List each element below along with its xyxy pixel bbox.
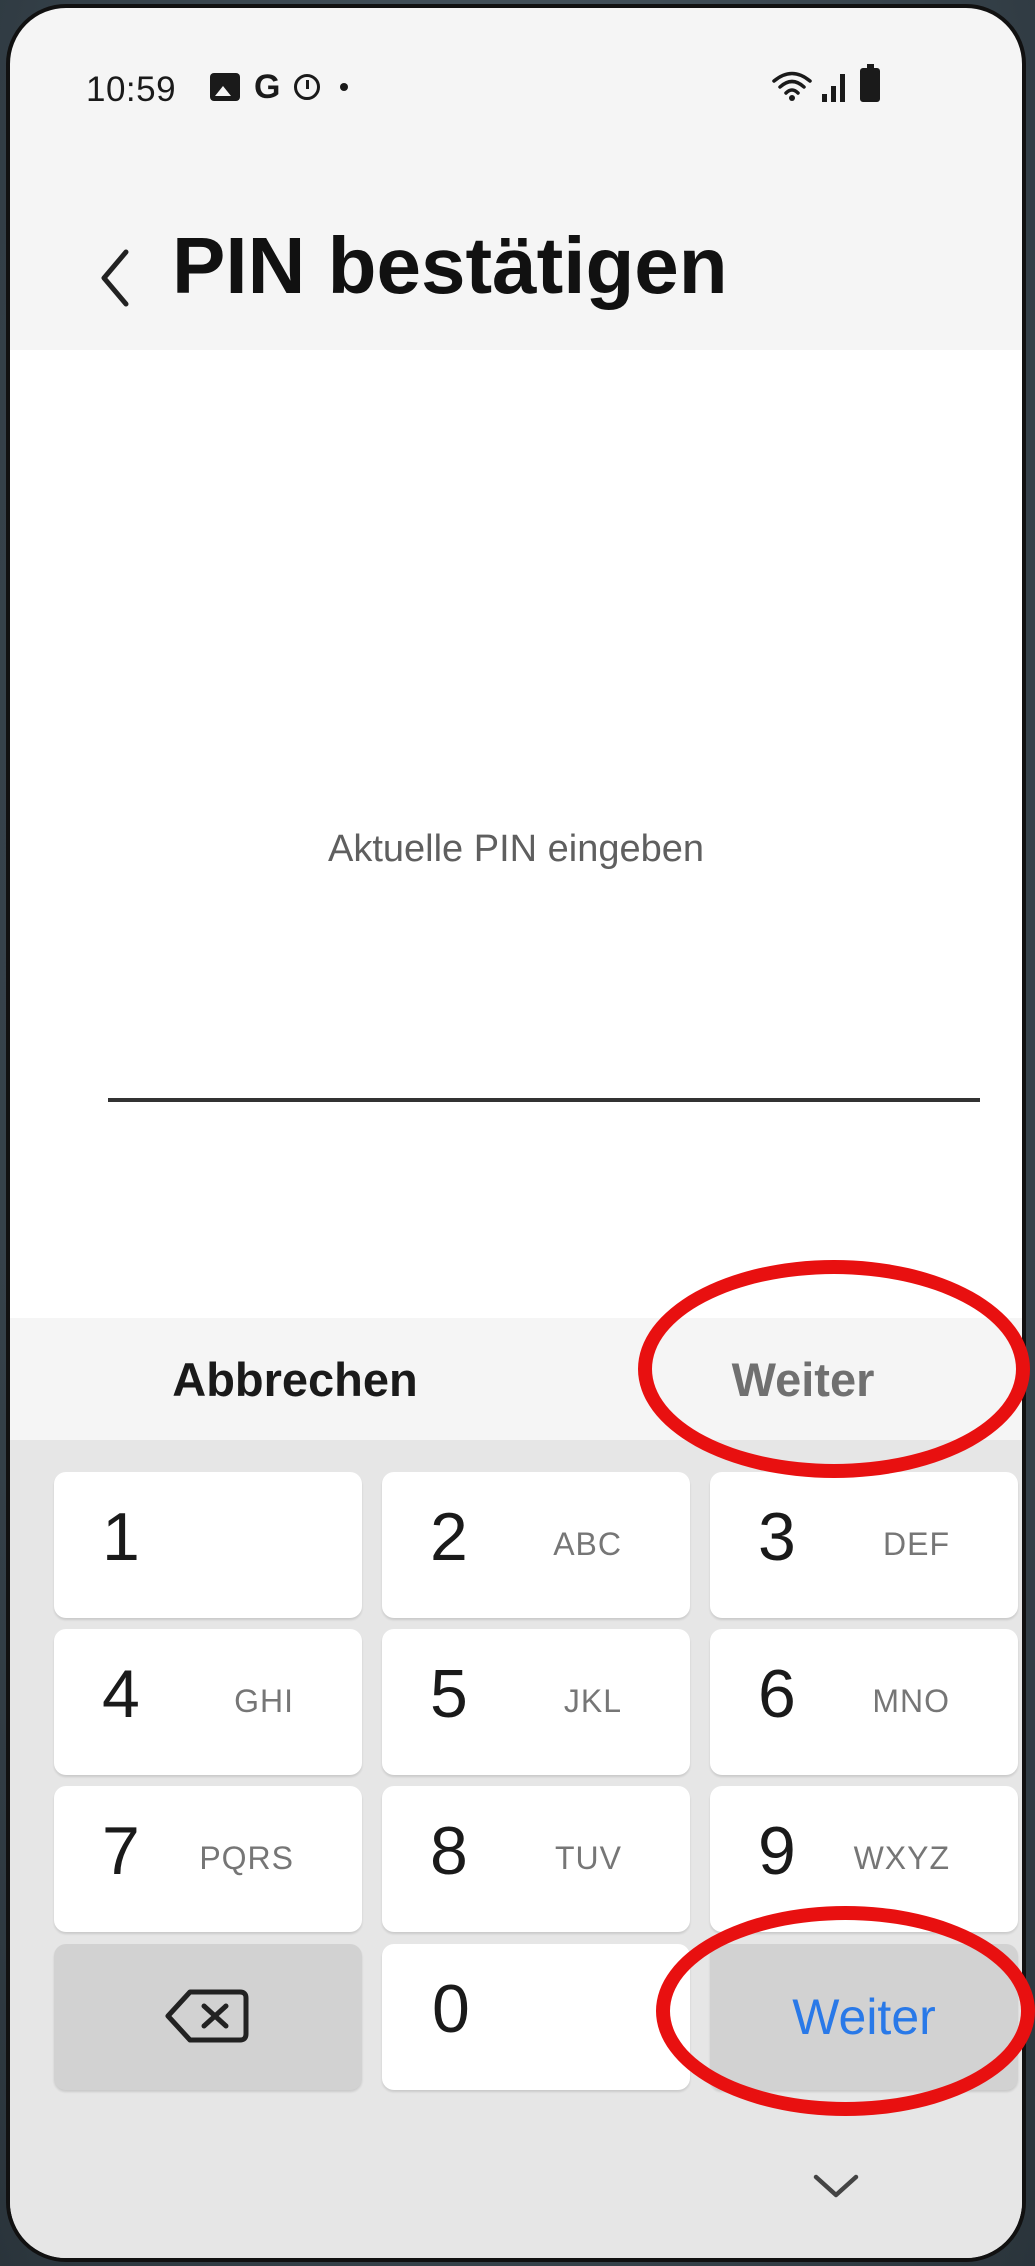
keypad-next-label: Weiter bbox=[792, 1989, 936, 2045]
key-letters: GHI bbox=[234, 1683, 294, 1719]
status-time: 10:59 bbox=[86, 70, 177, 109]
phone-screen: 10:59 G PIN bestätigen Aktuelle PIN eing… bbox=[6, 4, 1026, 2262]
page-title: PIN bestätigen bbox=[172, 221, 728, 310]
key-7[interactable]: 7 PQRS bbox=[54, 1786, 362, 1932]
pin-input[interactable] bbox=[108, 1098, 980, 1102]
key-letters: TUV bbox=[555, 1840, 622, 1876]
key-digit: 0 bbox=[432, 1971, 470, 2047]
timer-icon bbox=[294, 74, 321, 100]
system-icons bbox=[772, 64, 880, 102]
key-digit: 4 bbox=[102, 1656, 140, 1732]
action-bar: Abbrechen Weiter bbox=[10, 1318, 1022, 1440]
key-letters: ABC bbox=[553, 1526, 622, 1562]
cancel-button[interactable]: Abbrechen bbox=[10, 1318, 580, 1440]
google-icon: G bbox=[254, 68, 281, 106]
key-digit: 2 bbox=[430, 1499, 468, 1575]
key-letters: PQRS bbox=[199, 1840, 294, 1876]
backspace-icon bbox=[165, 1989, 249, 2043]
chevron-down-icon[interactable] bbox=[812, 2172, 860, 2200]
key-1[interactable]: 1 bbox=[54, 1472, 362, 1618]
key-digit: 6 bbox=[758, 1656, 796, 1732]
key-8[interactable]: 8 TUV bbox=[382, 1786, 690, 1932]
key-digit: 8 bbox=[430, 1813, 468, 1889]
backspace-key[interactable] bbox=[54, 1944, 362, 2090]
pin-prompt: Aktuelle PIN eingeben bbox=[327, 828, 705, 870]
key-letters: JKL bbox=[563, 1683, 622, 1719]
keypad-next-button[interactable]: Weiter bbox=[710, 1944, 1018, 2090]
key-3[interactable]: 3 DEF bbox=[710, 1472, 1018, 1618]
key-letters: MNO bbox=[872, 1683, 950, 1719]
notification-icons: G bbox=[210, 68, 349, 106]
key-9[interactable]: 9 WXYZ bbox=[710, 1786, 1018, 1932]
next-button[interactable]: Weiter bbox=[580, 1318, 1022, 1440]
key-digit: 3 bbox=[758, 1499, 796, 1575]
chevron-left-icon[interactable] bbox=[98, 248, 132, 308]
signal-icon bbox=[822, 74, 845, 102]
battery-icon bbox=[860, 64, 880, 102]
pin-content: Aktuelle PIN eingeben bbox=[10, 350, 1022, 1318]
key-6[interactable]: 6 MNO bbox=[710, 1629, 1018, 1775]
key-digit: 9 bbox=[758, 1813, 796, 1889]
key-digit: 5 bbox=[430, 1656, 468, 1732]
key-2[interactable]: 2 ABC bbox=[382, 1472, 690, 1618]
numeric-keypad: 1 2 ABC 3 DEF 4 GHI 5 JKL 6 MNO 7 PQRS 8 bbox=[10, 1440, 1022, 2258]
gallery-icon bbox=[210, 73, 240, 101]
key-0[interactable]: 0 bbox=[382, 1944, 690, 2090]
key-letters: WXYZ bbox=[853, 1840, 950, 1876]
key-4[interactable]: 4 GHI bbox=[54, 1629, 362, 1775]
key-letters: DEF bbox=[883, 1526, 950, 1562]
app-header: PIN bestätigen bbox=[10, 128, 1022, 350]
key-5[interactable]: 5 JKL bbox=[382, 1629, 690, 1775]
key-digit: 7 bbox=[102, 1813, 140, 1889]
status-bar: 10:59 G bbox=[10, 8, 1022, 128]
key-digit: 1 bbox=[102, 1499, 140, 1575]
wifi-icon bbox=[772, 71, 812, 101]
dot-icon bbox=[340, 83, 349, 91]
